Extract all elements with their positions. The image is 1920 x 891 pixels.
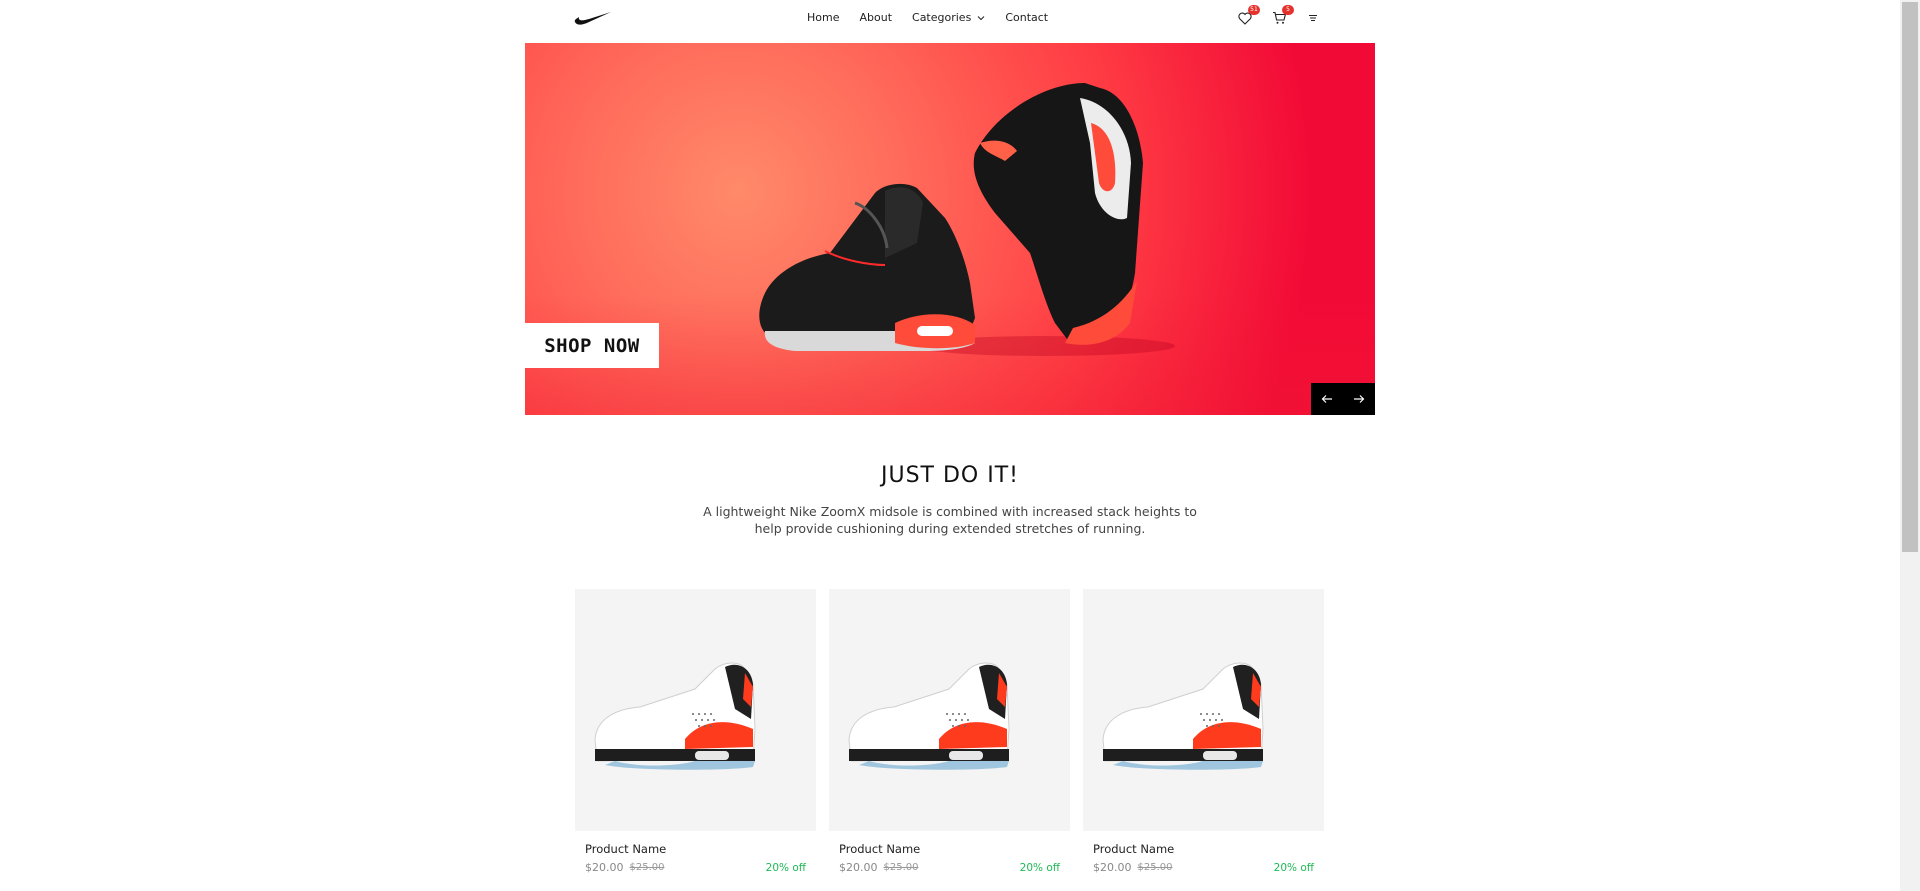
- product-discount: 20% off: [1019, 861, 1060, 874]
- sneaker-image: [848, 662, 1010, 770]
- nav-categories[interactable]: Categories: [912, 11, 985, 24]
- arrow-right-icon[interactable]: [1343, 383, 1375, 415]
- product-card[interactable]: Product Name $20.00 $25.00 20% off: [575, 589, 816, 874]
- nav-home-label: Home: [807, 11, 840, 24]
- menu-button[interactable]: [1302, 8, 1324, 28]
- product-price: $20.00: [839, 861, 878, 874]
- sneaker-image: [1102, 662, 1264, 770]
- nike-logo-icon[interactable]: [573, 8, 613, 28]
- product-prices: $20.00 $25.00 20% off: [585, 861, 806, 874]
- page-scrollbar[interactable]: [1900, 0, 1920, 891]
- header-actions: 51 5: [1234, 5, 1336, 28]
- product-prices: $20.00 $25.00 20% off: [839, 861, 1060, 874]
- product-card[interactable]: Product Name $20.00 $25.00 20% off: [1083, 589, 1324, 874]
- sneaker-image: [594, 662, 756, 770]
- product-prices: $20.00 $25.00 20% off: [1093, 861, 1314, 874]
- nav-about[interactable]: About: [859, 11, 892, 24]
- product-image[interactable]: [829, 589, 1070, 831]
- product-discount: 20% off: [765, 861, 806, 874]
- cart-button[interactable]: 5: [1268, 5, 1294, 28]
- product-old-price: $25.00: [629, 862, 665, 873]
- intro-text: A lightweight Nike ZoomX midsole is comb…: [703, 504, 1197, 536]
- hero-banner: SHOP NOW: [525, 43, 1375, 415]
- product-grid: Product Name $20.00 $25.00 20% off Produ…: [575, 589, 1337, 874]
- shop-now-button[interactable]: SHOP NOW: [525, 323, 659, 368]
- arrow-left-icon[interactable]: [1311, 383, 1343, 415]
- product-old-price: $25.00: [883, 862, 919, 873]
- intro-title: JUST DO IT!: [881, 463, 1019, 488]
- menu-icon: [1309, 15, 1317, 21]
- product-image[interactable]: [575, 589, 816, 831]
- product-discount: 20% off: [1273, 861, 1314, 874]
- cart-count-badge: 5: [1282, 5, 1294, 15]
- product-price: $20.00: [1093, 861, 1132, 874]
- nav-categories-label: Categories: [912, 11, 972, 24]
- site-header: Home About Categories Contact 51 5: [0, 0, 1900, 36]
- product-old-price: $25.00: [1137, 862, 1173, 873]
- scrollbar-thumb[interactable]: [1902, 2, 1918, 552]
- nav-about-label: About: [859, 11, 893, 24]
- product-price: $20.00: [585, 861, 624, 874]
- nav-contact-label: Contact: [1005, 11, 1049, 24]
- product-name[interactable]: Product Name: [839, 842, 1070, 856]
- chevron-down-icon: [977, 15, 985, 20]
- product-name[interactable]: Product Name: [585, 842, 816, 856]
- wishlist-button[interactable]: 51: [1234, 5, 1260, 28]
- product-card[interactable]: Product Name $20.00 $25.00 20% off: [829, 589, 1070, 874]
- product-name[interactable]: Product Name: [1093, 842, 1324, 856]
- main-nav: Home About Categories Contact: [807, 11, 1068, 24]
- nav-contact[interactable]: Contact: [1005, 11, 1048, 24]
- product-image[interactable]: [1083, 589, 1324, 831]
- wishlist-count-badge: 51: [1248, 5, 1260, 15]
- nav-home[interactable]: Home: [807, 11, 839, 24]
- carousel-controls: [1311, 383, 1375, 415]
